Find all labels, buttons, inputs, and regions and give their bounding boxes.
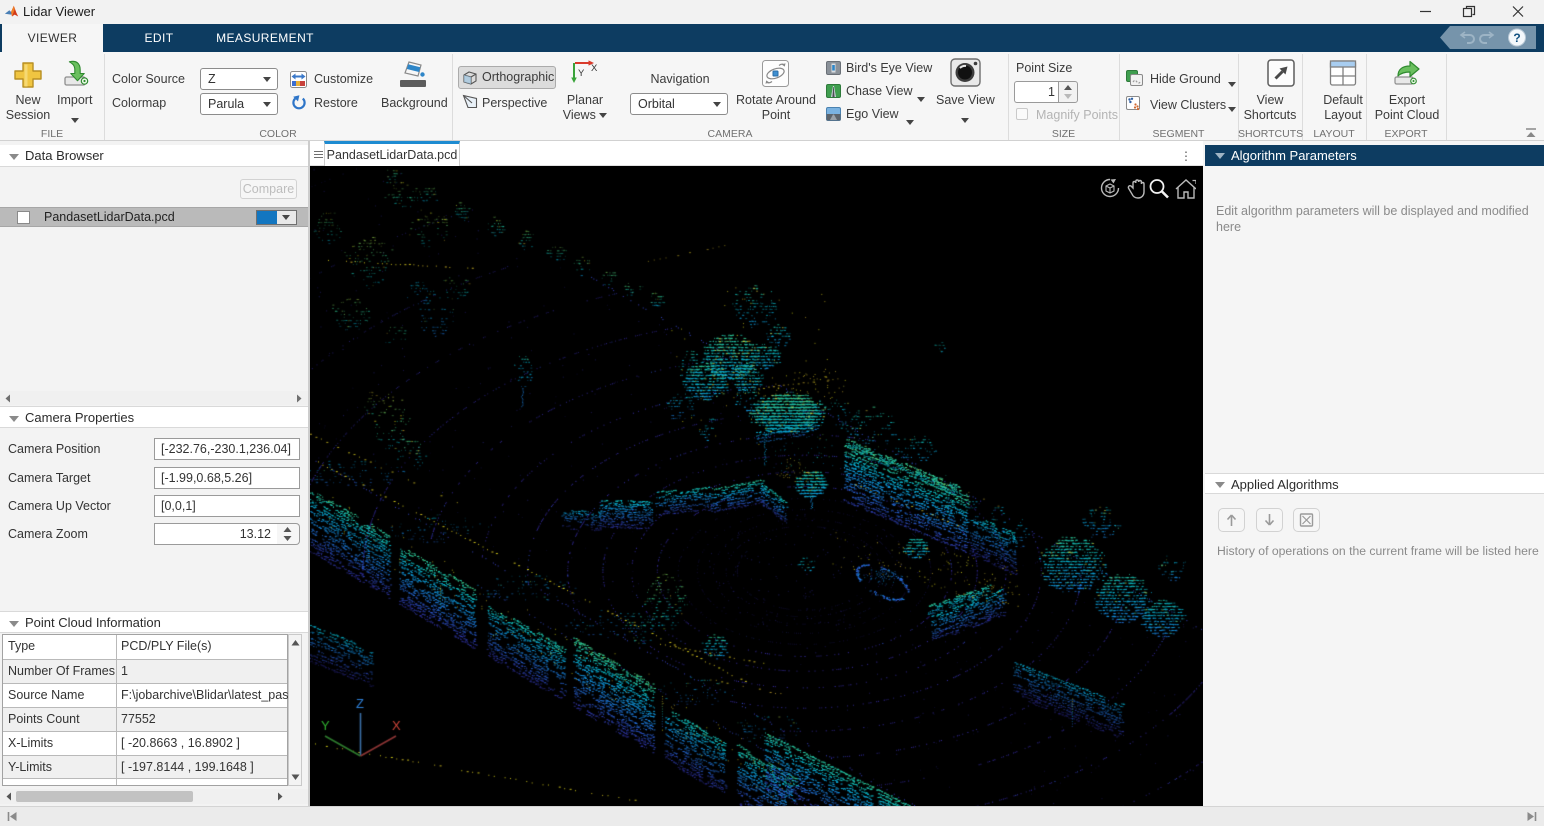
svg-text:X: X (591, 63, 598, 74)
svg-text:Y: Y (578, 68, 585, 79)
svg-text:?: ? (1513, 31, 1520, 45)
